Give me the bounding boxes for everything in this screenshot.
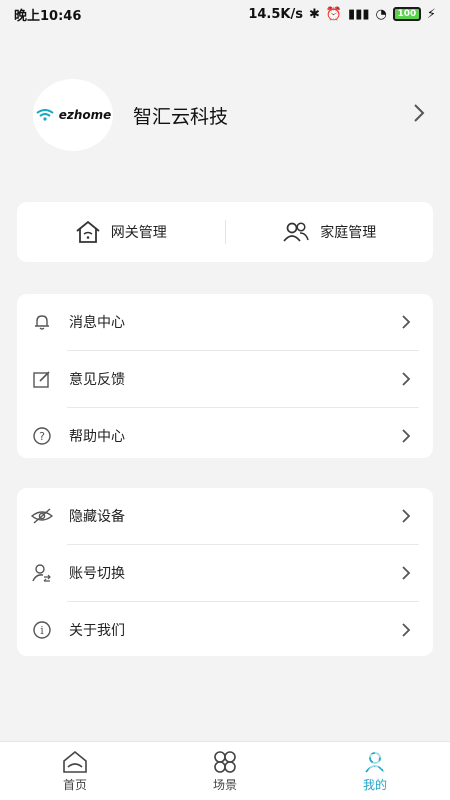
edit-icon xyxy=(31,368,53,390)
profile-header[interactable]: ezhome 智汇云科技 xyxy=(33,79,433,151)
management-card: 网关管理 家庭管理 xyxy=(17,202,433,262)
menu-item-hidden-devices[interactable]: 隐藏设备 xyxy=(17,488,433,544)
family-management-button[interactable]: 家庭管理 xyxy=(226,202,434,262)
charging-icon: ⚡ xyxy=(426,6,436,22)
brand-logo: ezhome xyxy=(58,108,112,122)
profile-name: 智汇云科技 xyxy=(133,106,229,128)
status-right: 14.5K/s ✱ ⏰ ▮▮▮ ◔ 100 ⚡ xyxy=(248,7,436,22)
status-time: 晚上10:46 xyxy=(14,8,82,24)
menu-item-messages[interactable]: 消息中心 xyxy=(17,294,433,350)
bluetooth-icon: ✱ xyxy=(308,6,320,22)
wifi-icon: ◔ xyxy=(375,6,387,22)
nav-home-label: 首页 xyxy=(62,777,87,792)
menu-item-help[interactable]: ? 帮助中心 xyxy=(17,408,433,464)
menu-item-about-us[interactable]: i 关于我们 xyxy=(17,602,433,658)
battery-icon: 100 xyxy=(392,7,421,21)
family-management-label: 家庭管理 xyxy=(320,225,377,241)
menu-item-switch-account[interactable]: 账号切换 xyxy=(17,545,433,601)
menu-label: 关于我们 xyxy=(69,623,125,639)
hidden-eye-icon xyxy=(31,505,53,527)
scene-icon xyxy=(214,750,236,773)
info-icon: i xyxy=(31,619,53,641)
svg-text:?: ? xyxy=(39,430,45,443)
wifi-logo-icon xyxy=(36,109,54,121)
menu-list-2: 隐藏设备 账号切换 i 关于我们 xyxy=(17,488,433,656)
gateway-home-icon xyxy=(76,220,100,243)
gateway-management-label: 网关管理 xyxy=(110,225,167,241)
status-bar: 晚上10:46 14.5K/s ✱ ⏰ ▮▮▮ ◔ 100 ⚡ xyxy=(0,0,450,28)
chevron-right-icon xyxy=(414,104,425,122)
chevron-right-icon xyxy=(402,372,411,386)
switch-account-icon xyxy=(31,562,53,584)
nav-home[interactable]: 首页 xyxy=(0,742,150,800)
home-icon xyxy=(63,750,87,773)
menu-label: 帮助中心 xyxy=(69,429,125,445)
chevron-right-icon xyxy=(402,509,411,523)
bell-icon xyxy=(31,311,53,333)
gateway-management-button[interactable]: 网关管理 xyxy=(17,202,225,262)
family-icon xyxy=(283,222,309,242)
chevron-right-icon xyxy=(402,429,411,443)
chevron-right-icon xyxy=(402,566,411,580)
watermark: 手机鼠 xyxy=(332,745,440,785)
menu-label: 账号切换 xyxy=(69,566,125,582)
signal-icon: ▮▮▮ xyxy=(348,6,370,22)
menu-label: 消息中心 xyxy=(69,315,125,331)
alarm-icon: ⏰ xyxy=(325,6,343,22)
chevron-right-icon xyxy=(402,315,411,329)
menu-label: 意见反馈 xyxy=(69,372,125,388)
menu-label: 隐藏设备 xyxy=(69,509,125,525)
network-speed: 14.5K/s xyxy=(248,6,303,22)
help-icon: ? xyxy=(31,425,53,447)
nav-scene[interactable]: 场景 xyxy=(150,742,300,800)
menu-list-1: 消息中心 意见反馈 ? 帮助中心 xyxy=(17,294,433,458)
svg-text:i: i xyxy=(40,624,44,637)
avatar[interactable]: ezhome xyxy=(33,79,113,151)
nav-scene-label: 场景 xyxy=(212,777,237,792)
menu-item-feedback[interactable]: 意见反馈 xyxy=(17,351,433,407)
chevron-right-icon xyxy=(402,623,411,637)
